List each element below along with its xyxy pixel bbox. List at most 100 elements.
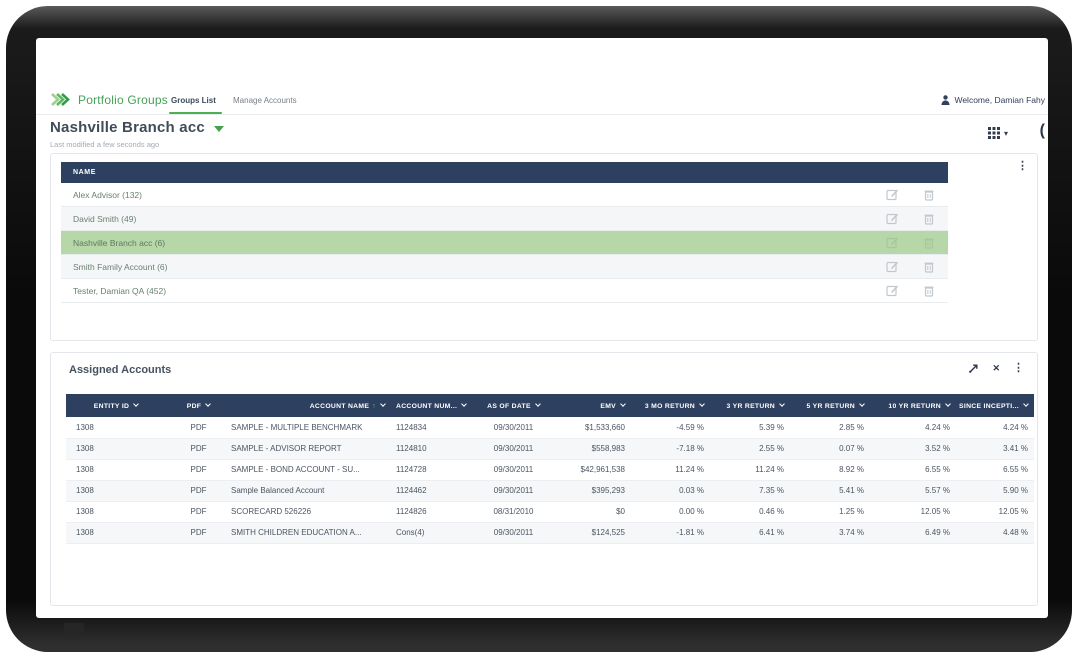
delete-button[interactable] — [924, 189, 934, 201]
device-frame: Portfolio Groups Groups List Manage Acco… — [0, 0, 1076, 656]
account-number-link[interactable]: 1124728 — [391, 459, 471, 481]
grid-icon — [987, 127, 1000, 139]
group-name-link[interactable]: Smith Family Account (6) — [73, 262, 886, 272]
column-header-emv[interactable]: EMV — [556, 394, 631, 417]
delete-button[interactable] — [924, 261, 934, 273]
edit-icon — [886, 213, 898, 225]
return-3mo-cell: -7.18 % — [631, 438, 716, 460]
kebab-menu-icon[interactable]: ⋮ — [1017, 161, 1028, 172]
return-5yr-cell: 3.74 % — [796, 522, 876, 544]
column-header-account-name[interactable]: ACCOUNT NAME ↑ — [231, 394, 391, 417]
chevron-down-icon — [859, 400, 865, 407]
trash-icon — [924, 238, 934, 249]
edit-button[interactable] — [886, 284, 899, 297]
chevron-down-icon — [945, 400, 951, 407]
column-header-5yr-return[interactable]: 5 YR RETURN — [796, 394, 876, 417]
layout-grid-menu[interactable]: ▾ — [987, 126, 1008, 140]
app-screen: Portfolio Groups Groups List Manage Acco… — [36, 38, 1048, 618]
group-row-selected[interactable]: Nashville Branch acc (6) — [61, 231, 948, 255]
return-3yr-cell: 2.55 % — [716, 438, 796, 460]
account-name-link[interactable]: SCORECARD 526226 — [231, 501, 391, 523]
return-3mo-cell: 11.24 % — [631, 459, 716, 481]
pdf-link[interactable]: PDF — [166, 417, 231, 439]
entity-id-cell: 1308 — [66, 417, 166, 439]
pdf-link[interactable]: PDF — [166, 438, 231, 460]
group-row[interactable]: Tester, Damian QA (452) — [61, 279, 948, 303]
account-name-link[interactable]: Sample Balanced Account — [231, 480, 391, 502]
group-selector[interactable]: Nashville Branch acc — [50, 119, 224, 136]
assigned-accounts-panel: Assigned Accounts ✕ ⋮ ENTITY ID PDF ACCO… — [50, 352, 1038, 606]
trash-icon — [924, 286, 934, 297]
account-number-link[interactable]: 1124826 — [391, 501, 471, 523]
column-header-pdf[interactable]: PDF — [166, 394, 231, 417]
emv-cell: $395,293 — [556, 480, 631, 502]
account-name-link[interactable]: SAMPLE - BOND ACCOUNT - SU... — [231, 459, 391, 481]
pdf-link[interactable]: PDF — [166, 501, 231, 523]
account-number-link[interactable]: 1124810 — [391, 438, 471, 460]
since-inception-cell: 3.41 % — [956, 438, 1034, 460]
group-name-link[interactable]: Nashville Branch acc (6) — [73, 238, 886, 248]
since-inception-cell: 12.05 % — [956, 501, 1034, 523]
kebab-menu-icon[interactable]: ⋮ — [1013, 363, 1024, 374]
group-row[interactable]: David Smith (49) — [61, 207, 948, 231]
delete-button[interactable] — [924, 237, 934, 249]
return-3mo-cell: 0.03 % — [631, 480, 716, 502]
column-header-3yr-return[interactable]: 3 YR RETURN — [716, 394, 796, 417]
entity-id-cell: 1308 — [66, 459, 166, 481]
groups-table: NAME Alex Advisor (132) David Smith (49) — [61, 162, 948, 303]
app-title: Portfolio Groups — [78, 93, 168, 107]
assigned-accounts-title: Assigned Accounts — [69, 364, 172, 376]
delete-button[interactable] — [924, 213, 934, 225]
emv-cell: $0 — [556, 501, 631, 523]
account-row: 1308 PDF SAMPLE - MULTIPLE BENCHMARK 112… — [66, 417, 1034, 439]
group-name-link[interactable]: David Smith (49) — [73, 214, 886, 224]
account-name-link[interactable]: SMITH CHILDREN EDUCATION A... — [231, 522, 391, 544]
pdf-link[interactable]: PDF — [166, 522, 231, 544]
return-5yr-cell: 0.07 % — [796, 438, 876, 460]
column-header-entity-id[interactable]: ENTITY ID — [66, 394, 166, 417]
edit-button[interactable] — [886, 212, 899, 225]
sort-asc-icon: ↑ — [372, 402, 376, 410]
account-name-link[interactable]: SAMPLE - MULTIPLE BENCHMARK — [231, 417, 391, 439]
chevron-down-icon — [133, 400, 140, 407]
welcome-user[interactable]: Welcome, Damian Fahy — [941, 95, 1045, 105]
edit-icon — [886, 189, 898, 201]
pdf-link[interactable]: PDF — [166, 480, 231, 502]
column-header-10yr-return[interactable]: 10 YR RETURN — [876, 394, 956, 417]
column-header-account-num[interactable]: ACCOUNT NUM... — [391, 394, 471, 417]
edit-button[interactable] — [886, 236, 899, 249]
tab-manage-accounts[interactable]: Manage Accounts — [233, 96, 297, 105]
group-row[interactable]: Alex Advisor (132) — [61, 183, 948, 207]
pdf-link[interactable]: PDF — [166, 459, 231, 481]
delete-button[interactable] — [924, 285, 934, 297]
return-3mo-cell: 0.00 % — [631, 501, 716, 523]
assigned-accounts-table: ENTITY ID PDF ACCOUNT NAME ↑ ACCOUNT NUM.… — [66, 394, 1034, 544]
edit-button[interactable] — [886, 260, 899, 273]
tab-groups-list[interactable]: Groups List — [169, 96, 222, 114]
group-name-link[interactable]: Tester, Damian QA (452) — [73, 286, 886, 296]
as-of-date-cell: 09/30/2011 — [471, 438, 556, 460]
account-number-link[interactable]: Cons(4) — [391, 522, 471, 544]
return-10yr-cell: 5.57 % — [876, 480, 956, 502]
column-header-since-inception[interactable]: SINCE INCEPTI... — [956, 394, 1034, 417]
account-row: 1308 PDF SMITH CHILDREN EDUCATION A... C… — [66, 522, 1034, 544]
app-header: Portfolio Groups Groups List Manage Acco… — [36, 84, 1048, 115]
chevron-down-icon — [699, 400, 705, 407]
account-name-link[interactable]: SAMPLE - ADVISOR REPORT — [231, 438, 391, 460]
chevron-down-icon: ▾ — [1003, 128, 1008, 138]
account-number-link[interactable]: 1124462 — [391, 480, 471, 502]
account-number-link[interactable]: 1124834 — [391, 417, 471, 439]
expand-icon[interactable] — [968, 363, 979, 374]
group-name-link[interactable]: Alex Advisor (132) — [73, 190, 886, 200]
group-row[interactable]: Smith Family Account (6) — [61, 255, 948, 279]
edit-button[interactable] — [886, 188, 899, 201]
return-10yr-cell: 12.05 % — [876, 501, 956, 523]
welcome-text: Welcome, Damian Fahy — [954, 95, 1045, 105]
column-header-as-of-date[interactable]: AS OF DATE — [471, 394, 556, 417]
column-header-3mo-return[interactable]: 3 MO RETURN — [631, 394, 716, 417]
close-icon[interactable]: ✕ — [992, 363, 1000, 374]
chevron-down-icon — [205, 400, 212, 407]
return-3yr-cell: 11.24 % — [716, 459, 796, 481]
as-of-date-cell: 08/31/2010 — [471, 501, 556, 523]
account-row: 1308 PDF SCORECARD 526226 1124826 08/31/… — [66, 501, 1034, 523]
